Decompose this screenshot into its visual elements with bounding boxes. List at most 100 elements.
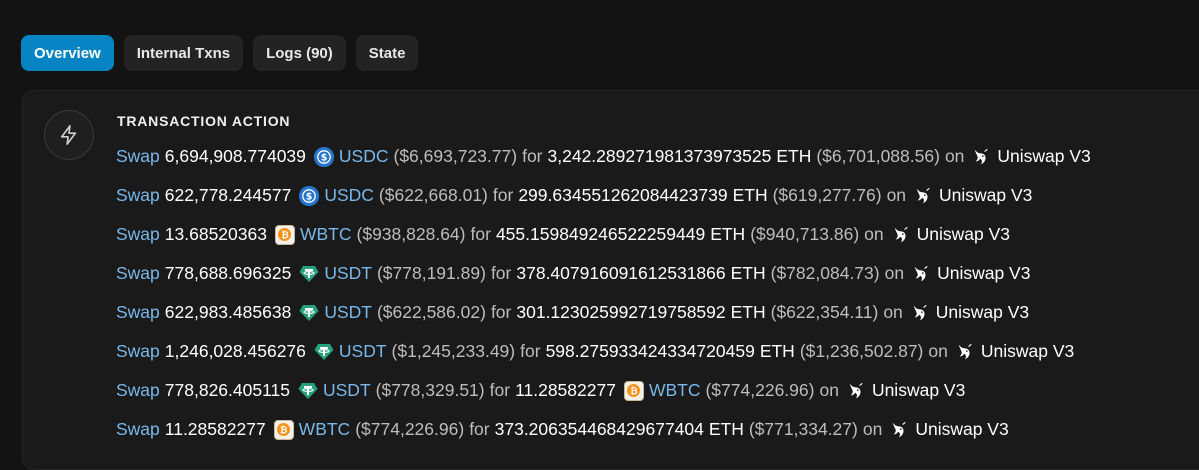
tab-state[interactable]: State [355, 35, 419, 71]
for-label: for [489, 380, 511, 400]
usdt-icon [299, 264, 319, 284]
for-label: for [469, 419, 490, 439]
action-row: Swap 13.68520363 ₿ WBTC ($938,828.64) for 455.… [116, 215, 1091, 254]
uniswap-unicorn-icon [971, 147, 991, 167]
swap-link[interactable]: Swap [116, 146, 160, 167]
uniswap-unicorn-icon [913, 186, 933, 206]
on-label: on [864, 224, 884, 244]
amount-out: 455.159849246522259449 [495, 224, 706, 244]
action-row: Swap 622,778.244577 $ USDC ($622,668.01) for 2… [116, 176, 1091, 215]
token-out: ETH [732, 185, 768, 205]
token-out: ETH [730, 302, 766, 322]
swap-link[interactable]: Swap [116, 302, 160, 323]
action-row: Swap 6,694,908.774039 $ USDC ($6,693,723.77)… [116, 137, 1091, 176]
amount-out: 299.634551262084423739 [518, 185, 728, 205]
svg-text:$: $ [306, 191, 313, 202]
usd-value-out: ($1,236,502.87) [799, 341, 924, 361]
swap-link[interactable]: Swap [116, 263, 160, 284]
amount-in: 13.68520363 [164, 224, 267, 244]
swap-link[interactable]: Swap [116, 380, 160, 401]
token-out: ETH [710, 224, 746, 244]
token-in-link[interactable]: USDT [324, 302, 372, 323]
token-in-link[interactable]: USDT [324, 263, 372, 284]
usdt-icon [299, 303, 319, 323]
usd-value-in: ($774,226.96) [355, 419, 465, 439]
amount-in: 622,778.244577 [164, 185, 292, 205]
usd-value-out: ($771,334.27) [748, 419, 858, 439]
swap-link[interactable]: Swap [116, 224, 160, 245]
tab-internal-txns[interactable]: Internal Txns [123, 35, 244, 71]
token-in-link[interactable]: WBTC [300, 224, 352, 245]
amount-in: 11.28582277 [164, 419, 266, 439]
for-label: for [490, 302, 512, 322]
amount-out: 3,242.289271981373973525 [547, 146, 772, 166]
wbtc-icon: ₿ [273, 419, 294, 440]
dex-name: Uniswap V3 [935, 302, 1030, 322]
uniswap-unicorn-icon [955, 342, 975, 362]
token-in-link[interactable]: WBTC [299, 419, 351, 440]
dex-name: Uniswap V3 [980, 341, 1075, 361]
swap-link[interactable]: Swap [116, 419, 160, 440]
token-out: ETH [776, 146, 812, 166]
usd-value-in: ($1,245,233.49) [391, 341, 516, 361]
token-out-link[interactable]: WBTC [649, 380, 701, 401]
usd-value-out: ($782,084.73) [770, 263, 880, 283]
token-in-link[interactable]: USDC [339, 146, 389, 167]
svg-text:$: $ [321, 152, 328, 163]
action-row: Swap 778,826.405115 USDT ($778,329.51) for 11… [116, 371, 1091, 410]
dex-name: Uniswap V3 [997, 146, 1091, 166]
action-row: Swap 778,688.696325 USDT ($778,191.89) for 37… [116, 254, 1091, 293]
usd-value-out: ($619,277.76) [772, 185, 882, 205]
token-out: ETH [708, 419, 744, 439]
amount-out: 301.123025992719758592 [516, 302, 726, 322]
on-label: on [883, 302, 903, 322]
on-label: on [928, 341, 948, 361]
tab-logs[interactable]: Logs (90) [253, 35, 346, 71]
dex-name: Uniswap V3 [937, 263, 1031, 283]
on-label: on [862, 419, 883, 439]
amount-out: 598.275933424334720459 [545, 341, 755, 361]
wbtc-icon: ₿ [274, 224, 295, 245]
usd-value-in: ($778,191.89) [376, 263, 486, 283]
usd-value-out: ($622,354.11) [770, 302, 879, 322]
lightning-bolt-icon [44, 110, 94, 160]
wbtc-icon: ₿ [623, 380, 644, 401]
usd-value-out: ($6,701,088.56) [816, 146, 940, 166]
usd-value-in: ($778,329.51) [375, 380, 485, 400]
usd-value-out: ($774,226.96) [705, 380, 815, 400]
usd-value-in: ($938,828.64) [356, 224, 466, 244]
amount-out: 373.206354468429677404 [494, 419, 704, 439]
uniswap-unicorn-icon [891, 225, 911, 245]
usdt-icon [314, 342, 334, 362]
token-in-link[interactable]: USDC [324, 185, 374, 206]
token-in-link[interactable]: USDT [323, 380, 371, 401]
action-row: Swap 622,983.485638 USDT ($622,586.02) for 30… [116, 293, 1091, 332]
amount-out: 11.28582277 [515, 380, 616, 400]
amount-in: 1,246,028.456276 [164, 341, 306, 361]
on-label: on [886, 185, 907, 205]
dex-name: Uniswap V3 [915, 419, 1009, 439]
on-label: on [944, 146, 965, 166]
uniswap-unicorn-icon [889, 420, 909, 440]
section-title: TRANSACTION ACTION [117, 113, 291, 129]
for-label: for [492, 185, 514, 205]
action-row: Swap 1,246,028.456276 USDT ($1,245,233.49) f… [116, 332, 1091, 371]
token-in-link[interactable]: USDT [339, 341, 387, 362]
on-label: on [819, 380, 839, 400]
swap-link[interactable]: Swap [116, 341, 160, 362]
tab-bar: Overview Internal Txns Logs (90) State [21, 35, 419, 71]
uniswap-unicorn-icon [846, 381, 866, 401]
action-row: Swap 11.28582277 ₿ WBTC ($774,226.96) for 373.… [116, 410, 1091, 449]
usd-value-out: ($940,713.86) [750, 224, 860, 244]
dex-name: Uniswap V3 [916, 224, 1011, 244]
for-label: for [490, 263, 512, 283]
tab-overview[interactable]: Overview [21, 35, 114, 71]
amount-out: 378.407916091612531866 [516, 263, 726, 283]
usd-value-in: ($622,586.02) [376, 302, 486, 322]
dex-name: Uniswap V3 [939, 185, 1033, 205]
swap-link[interactable]: Swap [116, 185, 160, 206]
amount-in: 778,826.405115 [164, 380, 290, 400]
on-label: on [884, 263, 905, 283]
amount-in: 6,694,908.774039 [164, 146, 306, 166]
usdc-icon: $ [299, 185, 320, 206]
